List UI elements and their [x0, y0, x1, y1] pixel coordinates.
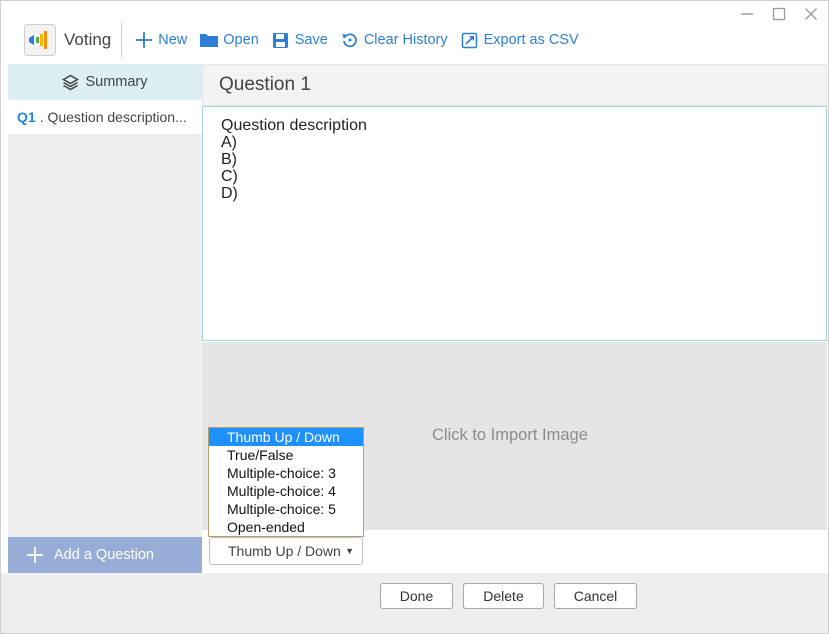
app-title: Voting [64, 30, 112, 49]
footer: Done Delete Cancel [1, 573, 828, 633]
answer-type-option[interactable]: Multiple-choice: 5 [209, 500, 363, 518]
open-button[interactable]: Open [199, 25, 259, 55]
answer-type-dropdown: Thumb Up / Down True/False Multiple-choi… [208, 427, 364, 537]
layers-icon [62, 74, 80, 91]
new-button-label: New [158, 32, 188, 48]
answer-type-selected: Thumb Up / Down [228, 543, 341, 559]
import-image-label: Click to Import Image [432, 426, 588, 444]
clear-history-label: Clear History [363, 32, 448, 48]
open-button-label: Open [223, 32, 259, 48]
app-brand: Voting [1, 22, 123, 58]
sidebar: Summary Q1 . Question description... Add… [8, 64, 202, 573]
history-icon [340, 30, 360, 50]
plus-icon [134, 30, 154, 50]
add-question-label: Add a Question [54, 547, 154, 563]
export-csv-button[interactable]: Export as CSV [460, 25, 579, 55]
done-button[interactable]: Done [380, 583, 453, 609]
question-title: Question 1 [202, 64, 827, 106]
question-number: Q1 [17, 109, 36, 125]
answer-type-select[interactable]: Thumb Up / Down ▼ [209, 537, 363, 565]
question-text-field[interactable]: Question description A) B) C) D) [202, 106, 827, 341]
save-button-label: Save [294, 32, 328, 48]
plus-icon [26, 546, 44, 564]
answer-type-option[interactable]: True/False [209, 446, 363, 464]
question-list-item[interactable]: Q1 . Question description... [8, 100, 202, 134]
delete-button[interactable]: Delete [463, 583, 544, 609]
summary-label: Summary [85, 74, 148, 90]
answer-type-option[interactable]: Open-ended [209, 518, 363, 536]
floppy-disk-icon [271, 30, 291, 50]
export-icon [460, 30, 480, 50]
dropdown-arrow-icon: ▼ [345, 546, 354, 556]
add-question-button[interactable]: Add a Question [8, 537, 202, 573]
question-summary: . Question description... [39, 109, 187, 125]
export-csv-label: Export as CSV [483, 32, 579, 48]
answer-type-option[interactable]: Multiple-choice: 4 [209, 482, 363, 500]
answer-type-option[interactable]: Multiple-choice: 3 [209, 464, 363, 482]
voting-window: Voting New Open Save Clear History Expor… [0, 0, 829, 634]
folder-icon [199, 30, 219, 50]
save-button[interactable]: Save [271, 25, 328, 55]
new-button[interactable]: New [134, 25, 187, 55]
toolbar: Voting New Open Save Clear History Expor… [1, 17, 829, 63]
clear-history-button[interactable]: Clear History [340, 25, 448, 55]
cancel-button[interactable]: Cancel [554, 583, 637, 609]
summary-tab[interactable]: Summary [8, 64, 202, 100]
voting-logo-icon [24, 24, 56, 56]
answer-type-option[interactable]: Thumb Up / Down [209, 428, 363, 446]
